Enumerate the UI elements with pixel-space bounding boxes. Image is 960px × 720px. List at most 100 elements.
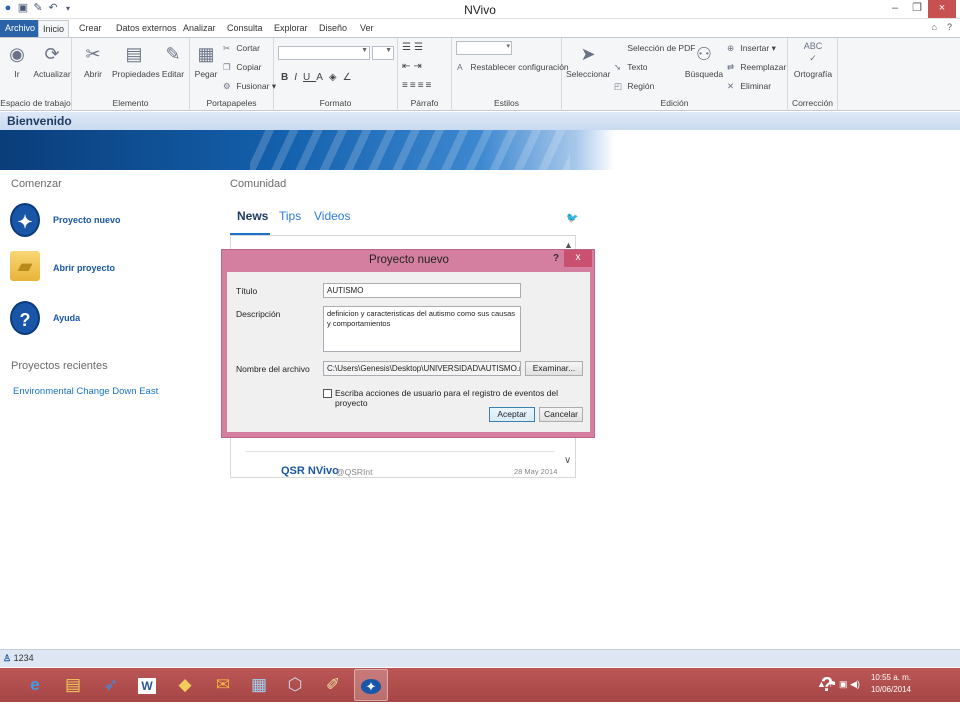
clock-time: 10:55 a. m. [870,673,912,682]
font-color-icon[interactable]: A [316,72,329,83]
tab-consulta[interactable]: Consulta [223,20,267,37]
align-left-icon[interactable]: ≡ [402,80,410,91]
merge-button[interactable]: ⚙ Fusionar ▾ [223,81,276,92]
italic-icon[interactable]: I [294,72,303,83]
indent-decrease-icon[interactable]: ⇤ [402,61,413,72]
open-button[interactable]: ✂ Abrir [78,42,108,79]
align-center-icon[interactable]: ≡ [410,80,418,91]
description-field[interactable]: definicion y caracteristicas del autismo… [323,306,521,352]
tray-clock[interactable]: 10:55 a. m. 10/06/2014 [866,672,916,696]
align-right-icon[interactable]: ≡ [418,80,426,91]
bold-icon[interactable]: B [281,72,294,83]
indent-buttons[interactable]: ⇤⇥ [402,61,425,72]
indent-increase-icon[interactable]: ⇥ [413,61,424,72]
search-button[interactable]: ⚇ Búsqueda [684,42,724,79]
restore-button[interactable]: ❐ [906,0,928,18]
tab-explorar[interactable]: Explorar [270,20,312,37]
tab-datos-externos[interactable]: Datos externos [112,20,181,37]
spelling-button[interactable]: ABC ✓ Ortografía [792,40,834,79]
properties-button[interactable]: ▤ Propiedades [112,42,160,79]
merge-icon: ⚙ [223,81,231,91]
virtualbox-icon[interactable]: ⬡ [278,669,312,701]
internet-explorer-icon[interactable]: e [18,669,52,701]
insert-button[interactable]: ⊕ Insertar ▾ [727,43,776,54]
tab-analizar[interactable]: Analizar [179,20,220,37]
nvivo-window: ● ▣ ✎ ↶ ▾ NVivo – ❐ × Archivo Inicio Cre… [0,0,960,720]
log-checkbox[interactable] [323,389,332,398]
recent-project-link[interactable]: Environmental Change Down East [13,386,158,397]
font-format-buttons[interactable]: BIUA◈∠ [281,72,358,83]
tab-ver[interactable]: Ver [356,20,378,37]
style-combo[interactable]: ▾ [456,41,512,55]
list-buttons[interactable]: ☰☰ [402,42,426,53]
twitter-icon[interactable]: 🐦 [566,213,578,224]
refresh-button[interactable]: ⟳ Actualizar [33,42,71,79]
minimize-button[interactable]: – [884,0,906,18]
number-list-icon[interactable]: ☰ [414,42,426,53]
outlook-icon[interactable]: ✉ [206,669,240,701]
delete-button[interactable]: ✕ Eliminar [727,81,771,92]
nvivo-icon[interactable]: ✦ [354,669,388,701]
open-project-link[interactable]: Abrir proyecto [53,263,115,273]
tab-tips[interactable]: Tips [279,209,301,223]
control-panel-icon[interactable]: ▦ [242,669,276,701]
reset-style-icon: A [457,62,463,72]
news-author[interactable]: QSR NVivo [281,465,339,477]
paste-button[interactable]: ▦ Pegar [194,42,218,79]
properties-icon: ▤ [125,44,143,64]
align-buttons[interactable]: ≡≡≡≡ [402,80,433,91]
browse-button[interactable]: Examinar... [525,361,583,376]
ribbon-tabs: Archivo Inicio Crear Datos externos Anal… [0,19,960,37]
copy-button[interactable]: ❐ Copiar [223,62,261,73]
file-explorer-icon[interactable]: ▤ [56,669,90,701]
paint-icon[interactable]: ✐ [316,669,350,701]
tab-archivo[interactable]: Archivo [0,20,41,37]
tab-videos[interactable]: Videos [314,209,350,223]
go-button[interactable]: ◉ Ir [4,42,30,79]
tab-diseno[interactable]: Diseño [315,20,351,37]
refresh-icon: ⟳ [44,44,60,64]
dialog-help-button[interactable]: ? [553,253,559,264]
status-user: ♙ 1234 [3,653,34,664]
delete-icon: ✕ [727,81,735,91]
font-family-combo[interactable]: ▼ [278,46,370,60]
rocket-app-icon[interactable]: ➶ [94,669,128,701]
cut-button[interactable]: ✂ Cortar [223,43,260,54]
network-icon[interactable]: ▣ [839,679,848,689]
tab-crear[interactable]: Crear [75,20,106,37]
filename-field[interactable]: C:\Users\Genesis\Desktop\UNIVERSIDAD\AUT… [323,361,521,376]
help-icon[interactable]: ? [947,22,952,32]
taskbar: e ▤ ➶ W ◆ ✉ ▦ ⬡ ✐ ✦ ? ▲ ⚑ ▣ ◀) 10:55 a. … [0,668,960,702]
bullet-list-icon[interactable]: ☰ [402,42,414,53]
replace-button[interactable]: ⇄ Reemplazar [727,62,786,73]
ribbon-collapse-icon[interactable]: ⌂ [932,22,937,32]
tab-inicio[interactable]: Inicio [38,20,70,37]
region-select-button[interactable]: ◰ Región [614,81,654,92]
close-window-button[interactable]: × [928,0,956,18]
help-link[interactable]: Ayuda [53,313,80,323]
select-button[interactable]: ➤ Seleccionar [566,42,610,79]
tab-news[interactable]: News [237,209,268,223]
font-size-combo[interactable]: ▼ [372,46,394,60]
flag-icon[interactable]: ⚑ [828,679,836,689]
replace-label: Reemplazar [740,62,787,72]
volume-icon[interactable]: ◀) [850,679,860,689]
tray-expand-icon[interactable]: ▲ [817,679,826,689]
user-id: 1234 [13,653,34,663]
accept-button[interactable]: Aceptar [489,407,535,422]
justify-icon[interactable]: ≡ [426,80,434,91]
underline-icon[interactable]: U [303,72,316,83]
text-select-button[interactable]: ➘ Texto [614,62,648,73]
edit-button[interactable]: ✎ Editar [160,42,186,79]
scroll-down-icon[interactable]: ∨ [564,455,571,466]
clear-format-icon[interactable]: ∠ [343,72,358,83]
title-field[interactable]: AUTISMO [323,283,521,298]
folder-icon[interactable]: ◆ [168,669,202,701]
dialog-close-button[interactable]: x [564,250,592,267]
new-project-link[interactable]: Proyecto nuevo [53,215,121,225]
word-icon[interactable]: W [130,669,164,701]
highlight-icon[interactable]: ◈ [329,72,343,83]
cancel-button[interactable]: Cancelar [539,407,583,422]
group-clipboard: ▦ Pegar ✂ Cortar ❐ Copiar ⚙ Fusionar ▾ Po… [190,38,276,111]
reset-settings-button[interactable]: A Restablecer configuración [457,62,569,72]
